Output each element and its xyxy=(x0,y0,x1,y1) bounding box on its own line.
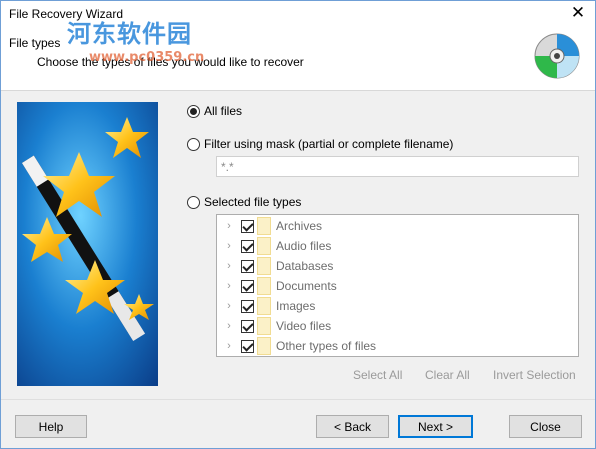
clear-all-button[interactable]: Clear All xyxy=(425,368,470,382)
tree-item-label: Databases xyxy=(276,259,334,273)
cd-disc-icon xyxy=(534,33,580,79)
tree-item-databases[interactable]: › Databases xyxy=(217,256,578,276)
chevron-right-icon[interactable]: › xyxy=(221,320,237,332)
chevron-right-icon[interactable]: › xyxy=(221,260,237,272)
close-icon[interactable]: ✕ xyxy=(561,1,595,27)
folder-icon xyxy=(257,277,271,295)
checkbox[interactable] xyxy=(241,339,254,353)
chevron-right-icon[interactable]: › xyxy=(221,340,237,352)
folder-icon xyxy=(257,257,271,275)
folder-icon xyxy=(257,237,271,255)
invert-selection-button[interactable]: Invert Selection xyxy=(493,368,576,382)
filter-mask-label: Filter using mask (partial or complete f… xyxy=(204,137,454,151)
tree-item-label: Images xyxy=(276,299,316,313)
file-types-tree[interactable]: › Archives › Audio files › Databases › D… xyxy=(216,214,579,357)
selected-types-label: Selected file types xyxy=(204,195,302,209)
tree-item-images[interactable]: › Images xyxy=(217,296,578,316)
magic-wand-image xyxy=(17,102,158,386)
folder-icon xyxy=(257,317,271,335)
help-button[interactable]: Help xyxy=(15,415,87,438)
tree-item-label: Other types of files xyxy=(276,339,377,353)
mask-input[interactable] xyxy=(216,156,579,177)
checkbox[interactable] xyxy=(241,319,254,333)
filter-mask-radio[interactable]: Filter using mask (partial or complete f… xyxy=(187,137,453,151)
footer-divider xyxy=(1,399,595,400)
checkbox[interactable] xyxy=(241,299,254,313)
selected-types-radio-button[interactable] xyxy=(187,195,200,209)
back-button[interactable]: < Back xyxy=(316,415,389,438)
chevron-right-icon[interactable]: › xyxy=(221,240,237,252)
tree-item-label: Audio files xyxy=(276,239,332,253)
wizard-header: File types Choose the types of files you… xyxy=(1,20,595,91)
selected-types-radio[interactable]: Selected file types xyxy=(187,195,301,209)
folder-icon xyxy=(257,297,271,315)
tree-item-label: Archives xyxy=(276,219,323,233)
tree-item-label: Video files xyxy=(276,319,332,333)
tree-item-documents[interactable]: › Documents xyxy=(217,276,578,296)
filter-mask-radio-button[interactable] xyxy=(187,137,200,151)
watermark-text: 河东软件园 xyxy=(67,20,192,48)
folder-icon xyxy=(257,217,271,235)
chevron-right-icon[interactable]: › xyxy=(221,300,237,312)
select-all-button[interactable]: Select All xyxy=(353,368,402,382)
tree-item-label: Documents xyxy=(276,279,337,293)
close-button[interactable]: Close xyxy=(509,415,582,438)
tree-item-audio[interactable]: › Audio files xyxy=(217,236,578,256)
watermark-url: www.pc0359.cn xyxy=(89,50,205,65)
tree-item-archives[interactable]: › Archives xyxy=(217,216,578,236)
chevron-right-icon[interactable]: › xyxy=(221,280,237,292)
checkbox[interactable] xyxy=(241,259,254,273)
page-title: File types xyxy=(9,36,61,50)
next-button[interactable]: Next > xyxy=(398,415,473,438)
folder-icon xyxy=(257,337,271,355)
tree-item-video[interactable]: › Video files xyxy=(217,316,578,336)
checkbox[interactable] xyxy=(241,239,254,253)
all-files-label: All files xyxy=(204,104,243,118)
wizard-window: File Recovery Wizard ✕ File types Choose… xyxy=(0,0,596,449)
chevron-right-icon[interactable]: › xyxy=(221,220,237,232)
checkbox[interactable] xyxy=(241,219,254,233)
tree-item-other[interactable]: › Other types of files xyxy=(217,336,578,356)
all-files-radio[interactable]: All files xyxy=(187,104,242,118)
all-files-radio-button[interactable] xyxy=(187,104,200,118)
checkbox[interactable] xyxy=(241,279,254,293)
